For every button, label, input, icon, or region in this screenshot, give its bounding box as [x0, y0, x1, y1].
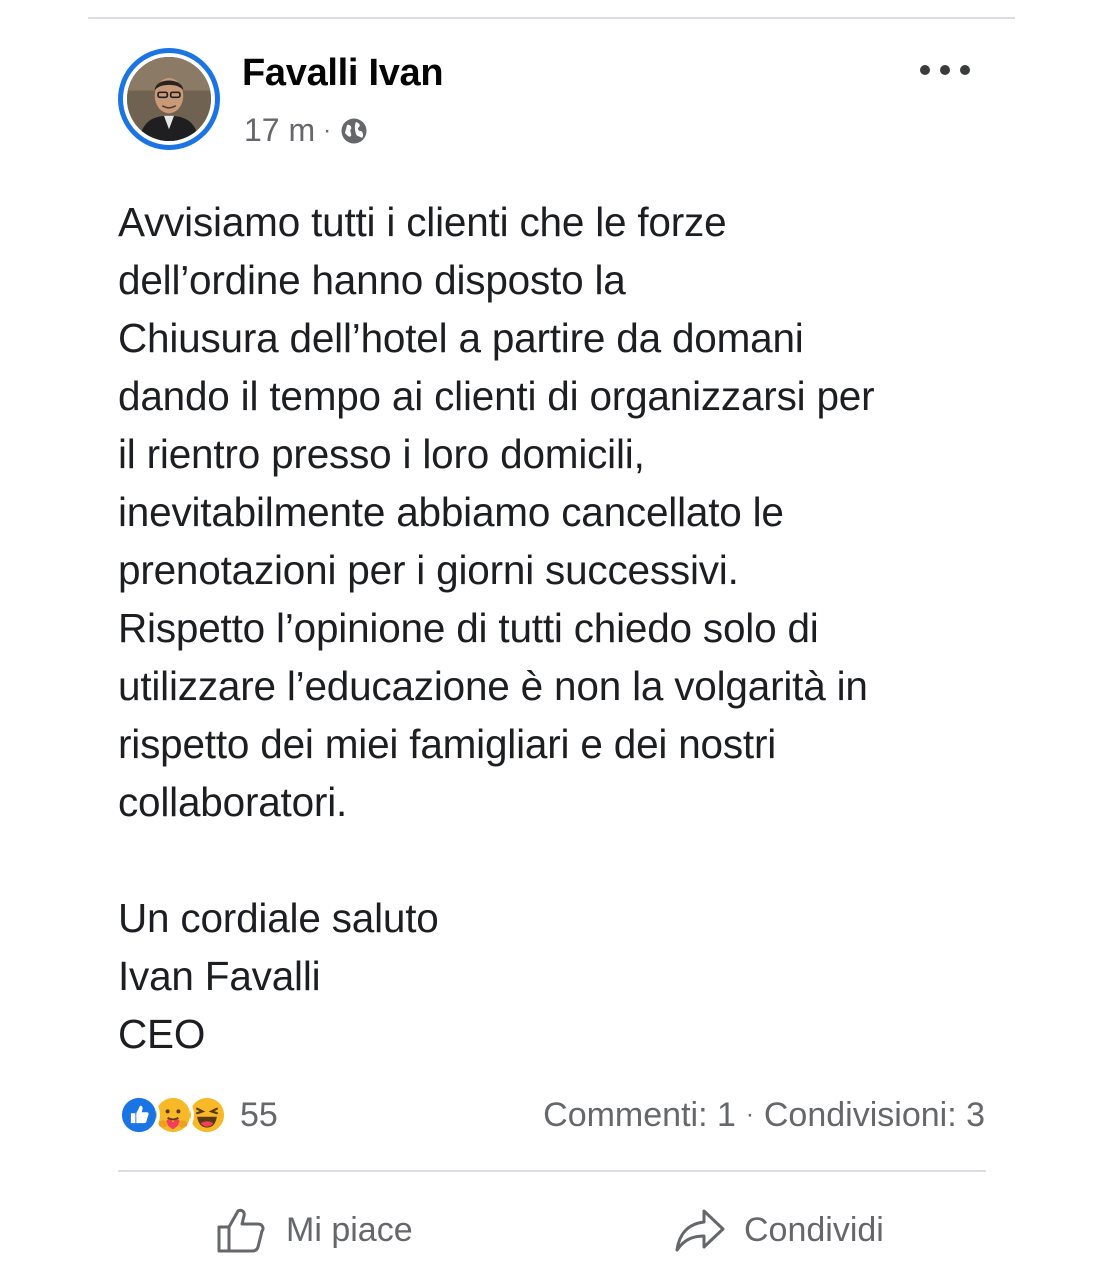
signature-line: CEO	[118, 1011, 206, 1057]
person-photo-icon	[127, 57, 211, 141]
top-divider	[88, 17, 1015, 19]
post-text-line: dando il tempo ai clienti di organizzars…	[118, 373, 875, 419]
post-text-line: dell’ordine hanno disposto la	[118, 257, 626, 303]
profile-photo	[123, 53, 215, 145]
meta-separator: ·	[323, 116, 332, 144]
like-button[interactable]: Mi piace	[216, 1200, 413, 1260]
comments-count[interactable]: Commenti: 1	[543, 1096, 736, 1135]
reaction-count: 55	[240, 1095, 278, 1134]
actions-divider	[118, 1170, 986, 1172]
post-text-line: inevitabilmente abbiamo cancellato le	[118, 489, 784, 535]
like-label: Mi piace	[286, 1210, 413, 1249]
author-name[interactable]: Favalli Ivan	[242, 52, 444, 95]
dot	[940, 65, 950, 75]
reactions-summary[interactable]: 55	[118, 1094, 278, 1136]
post-stats: Commenti: 1 · Condivisioni: 3	[543, 1094, 985, 1136]
share-button[interactable]: Condividi	[674, 1200, 884, 1260]
avatar[interactable]	[118, 48, 220, 150]
shares-count[interactable]: Condivisioni: 3	[764, 1096, 985, 1135]
post-text-line: prenotazioni per i giorni successivi.	[118, 547, 739, 593]
post-text-line: Chiusura dell’hotel a partire da domani	[118, 315, 804, 361]
signature-line: Un cordiale saluto	[118, 895, 439, 941]
share-label: Condividi	[744, 1210, 884, 1249]
post-text-line: collaboratori.	[118, 779, 348, 825]
post-text-line: Rispetto l’opinione di tutti chiedo solo…	[118, 605, 819, 651]
post-meta: 17 m ·	[244, 112, 369, 149]
more-dots-icon[interactable]	[920, 58, 970, 82]
thumbs-up-icon	[216, 1205, 268, 1255]
post-text-line: Avvisiamo tutti i clienti che le forze	[118, 199, 727, 245]
post-time[interactable]: 17 m	[244, 112, 315, 149]
post-text: Avvisiamo tutti i clienti che le forze d…	[118, 193, 1018, 1063]
stats-separator: ·	[745, 1101, 754, 1128]
globe-icon	[339, 116, 369, 146]
post-text-line: rispetto dei miei famigliari e dei nostr…	[118, 721, 777, 767]
post-text-line: il rientro presso i loro domicili,	[118, 431, 645, 477]
dot	[960, 65, 970, 75]
share-arrow-icon	[674, 1207, 726, 1253]
like-reaction-icon	[118, 1094, 160, 1136]
dot	[920, 65, 930, 75]
post-text-line: utilizzare l’educazione è non la volgari…	[118, 663, 868, 709]
signature-line: Ivan Favalli	[118, 953, 321, 999]
